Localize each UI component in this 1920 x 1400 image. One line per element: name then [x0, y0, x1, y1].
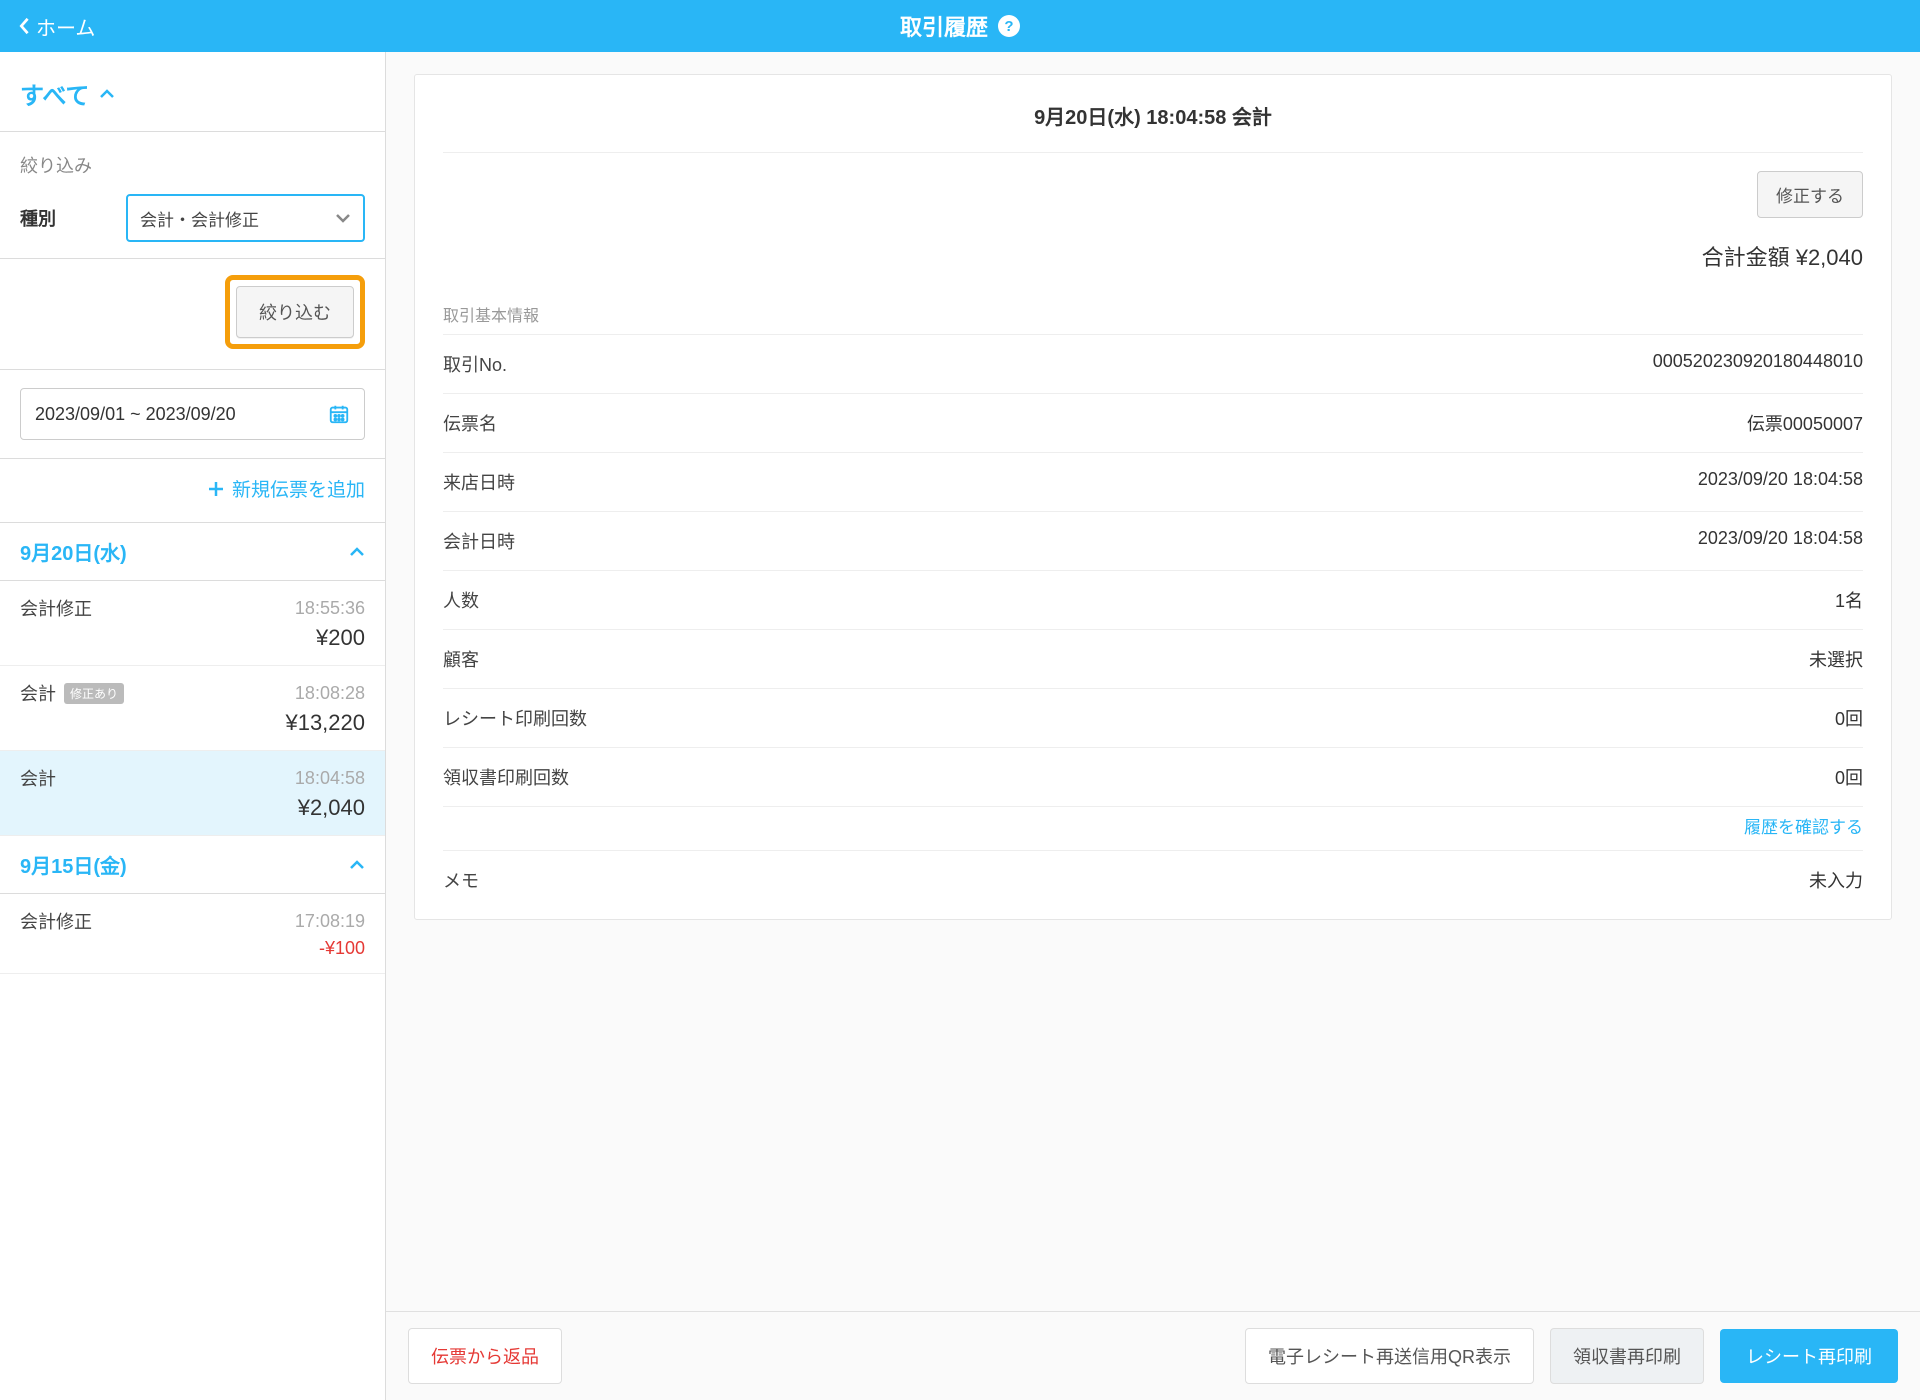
- edit-button[interactable]: 修正する: [1757, 171, 1863, 218]
- slip-label: 伝票名: [443, 410, 497, 436]
- filter-section-label: 絞り込み: [20, 152, 365, 178]
- receipt-count-label: レシート印刷回数: [443, 705, 587, 731]
- day-label: 9月20日(水): [20, 537, 127, 566]
- add-slip-label: 新規伝票を追加: [232, 475, 365, 502]
- chevron-up-icon: [349, 860, 365, 870]
- transaction-type: 会計: [20, 680, 56, 706]
- transaction-type: 会計修正: [20, 595, 92, 621]
- transaction-amount: ¥2,040: [20, 795, 365, 821]
- transaction-amount: ¥13,220: [20, 710, 365, 736]
- highlight-ring: 絞り込む: [225, 275, 365, 349]
- transaction-item[interactable]: 会計 修正あり 18:08:28 ¥13,220: [0, 666, 385, 751]
- receipt-count-value: 0回: [1835, 705, 1863, 731]
- add-slip-button[interactable]: 新規伝票を追加: [0, 459, 385, 522]
- chevron-up-icon: [99, 89, 115, 99]
- date-section: 2023/09/01 ~ 2023/09/20: [0, 370, 385, 458]
- day-header-2[interactable]: 9月15日(金): [0, 836, 385, 894]
- transaction-time: 18:55:36: [295, 598, 365, 619]
- footer-bar: 伝票から返品 電子レシート再送信用QR表示 領収書再印刷 レシート再印刷: [386, 1311, 1920, 1400]
- section-basic-label: 取引基本情報: [443, 294, 1863, 334]
- transaction-time: 18:08:28: [295, 683, 365, 704]
- customer-value: 未選択: [1809, 646, 1863, 672]
- filter-section: 絞り込み 種別 会計・会計修正: [0, 132, 385, 258]
- apply-filter-button[interactable]: 絞り込む: [236, 286, 354, 338]
- transaction-amount: ¥200: [20, 625, 365, 651]
- slip-value: 伝票00050007: [1747, 410, 1863, 436]
- ryoshu-count-label: 領収書印刷回数: [443, 764, 569, 790]
- total-amount: 合計金額 ¥2,040: [443, 228, 1863, 294]
- transaction-type: 会計: [20, 765, 56, 791]
- app-header: ホーム 取引履歴 ?: [0, 0, 1920, 52]
- day-header-1[interactable]: 9月20日(水): [0, 523, 385, 581]
- transaction-item[interactable]: 会計修正 18:55:36 ¥200: [0, 581, 385, 666]
- trans-no-label: 取引No.: [443, 351, 507, 377]
- filter-actions: 絞り込む: [0, 258, 385, 369]
- ryoshu-reprint-button[interactable]: 領収書再印刷: [1550, 1328, 1704, 1384]
- memo-label: メモ: [443, 867, 479, 893]
- people-value: 1名: [1835, 587, 1863, 613]
- sidebar: すべて 絞り込み 種別 会計・会計修正 絞り込む 2023/09/01 ~ 20…: [0, 52, 386, 1400]
- filter-all-label: すべて: [20, 76, 89, 111]
- main-panel: 9月20日(水) 18:04:58 会計 修正する 合計金額 ¥2,040 取引…: [386, 52, 1920, 1400]
- back-label: ホーム: [36, 12, 95, 41]
- transaction-type: 会計修正: [20, 908, 92, 934]
- acc-value: 2023/09/20 18:04:58: [1698, 528, 1863, 554]
- chevron-down-icon: [335, 213, 351, 223]
- people-label: 人数: [443, 587, 479, 613]
- customer-label: 顧客: [443, 646, 479, 672]
- back-button[interactable]: ホーム: [18, 12, 95, 41]
- modified-badge: 修正あり: [64, 683, 124, 704]
- page-title: 取引履歴: [900, 10, 988, 42]
- visit-value: 2023/09/20 18:04:58: [1698, 469, 1863, 495]
- page-title-wrap: 取引履歴 ?: [900, 10, 1020, 42]
- visit-label: 来店日時: [443, 469, 515, 495]
- transaction-amount: -¥100: [20, 938, 365, 959]
- memo-value: 未入力: [1809, 867, 1863, 893]
- trans-no-value: 000520230920180448010: [1653, 351, 1863, 377]
- type-select[interactable]: 会計・会計修正: [126, 194, 365, 242]
- type-label: 種別: [20, 205, 110, 231]
- chevron-up-icon: [349, 547, 365, 557]
- qr-resend-button[interactable]: 電子レシート再送信用QR表示: [1245, 1328, 1534, 1384]
- transaction-time: 18:04:58: [295, 768, 365, 789]
- transaction-item[interactable]: 会計修正 17:08:19 -¥100: [0, 894, 385, 974]
- detail-title: 9月20日(水) 18:04:58 会計: [443, 101, 1863, 130]
- date-range-value: 2023/09/01 ~ 2023/09/20: [35, 404, 236, 425]
- return-from-slip-button[interactable]: 伝票から返品: [408, 1328, 562, 1384]
- help-icon[interactable]: ?: [998, 15, 1020, 37]
- transaction-item-selected[interactable]: 会計 18:04:58 ¥2,040: [0, 751, 385, 836]
- transaction-time: 17:08:19: [295, 911, 365, 932]
- calendar-icon: [328, 403, 350, 425]
- history-link[interactable]: 履歴を確認する: [443, 807, 1863, 850]
- ryoshu-count-value: 0回: [1835, 764, 1863, 790]
- detail-card: 9月20日(水) 18:04:58 会計 修正する 合計金額 ¥2,040 取引…: [414, 74, 1892, 920]
- type-select-value: 会計・会計修正: [140, 206, 259, 231]
- filter-toggle-all[interactable]: すべて: [0, 52, 385, 131]
- date-range-input[interactable]: 2023/09/01 ~ 2023/09/20: [20, 388, 365, 440]
- acc-label: 会計日時: [443, 528, 515, 554]
- receipt-reprint-button[interactable]: レシート再印刷: [1720, 1329, 1898, 1383]
- plus-icon: [208, 481, 224, 497]
- chevron-left-icon: [18, 17, 30, 35]
- day-label: 9月15日(金): [20, 850, 127, 879]
